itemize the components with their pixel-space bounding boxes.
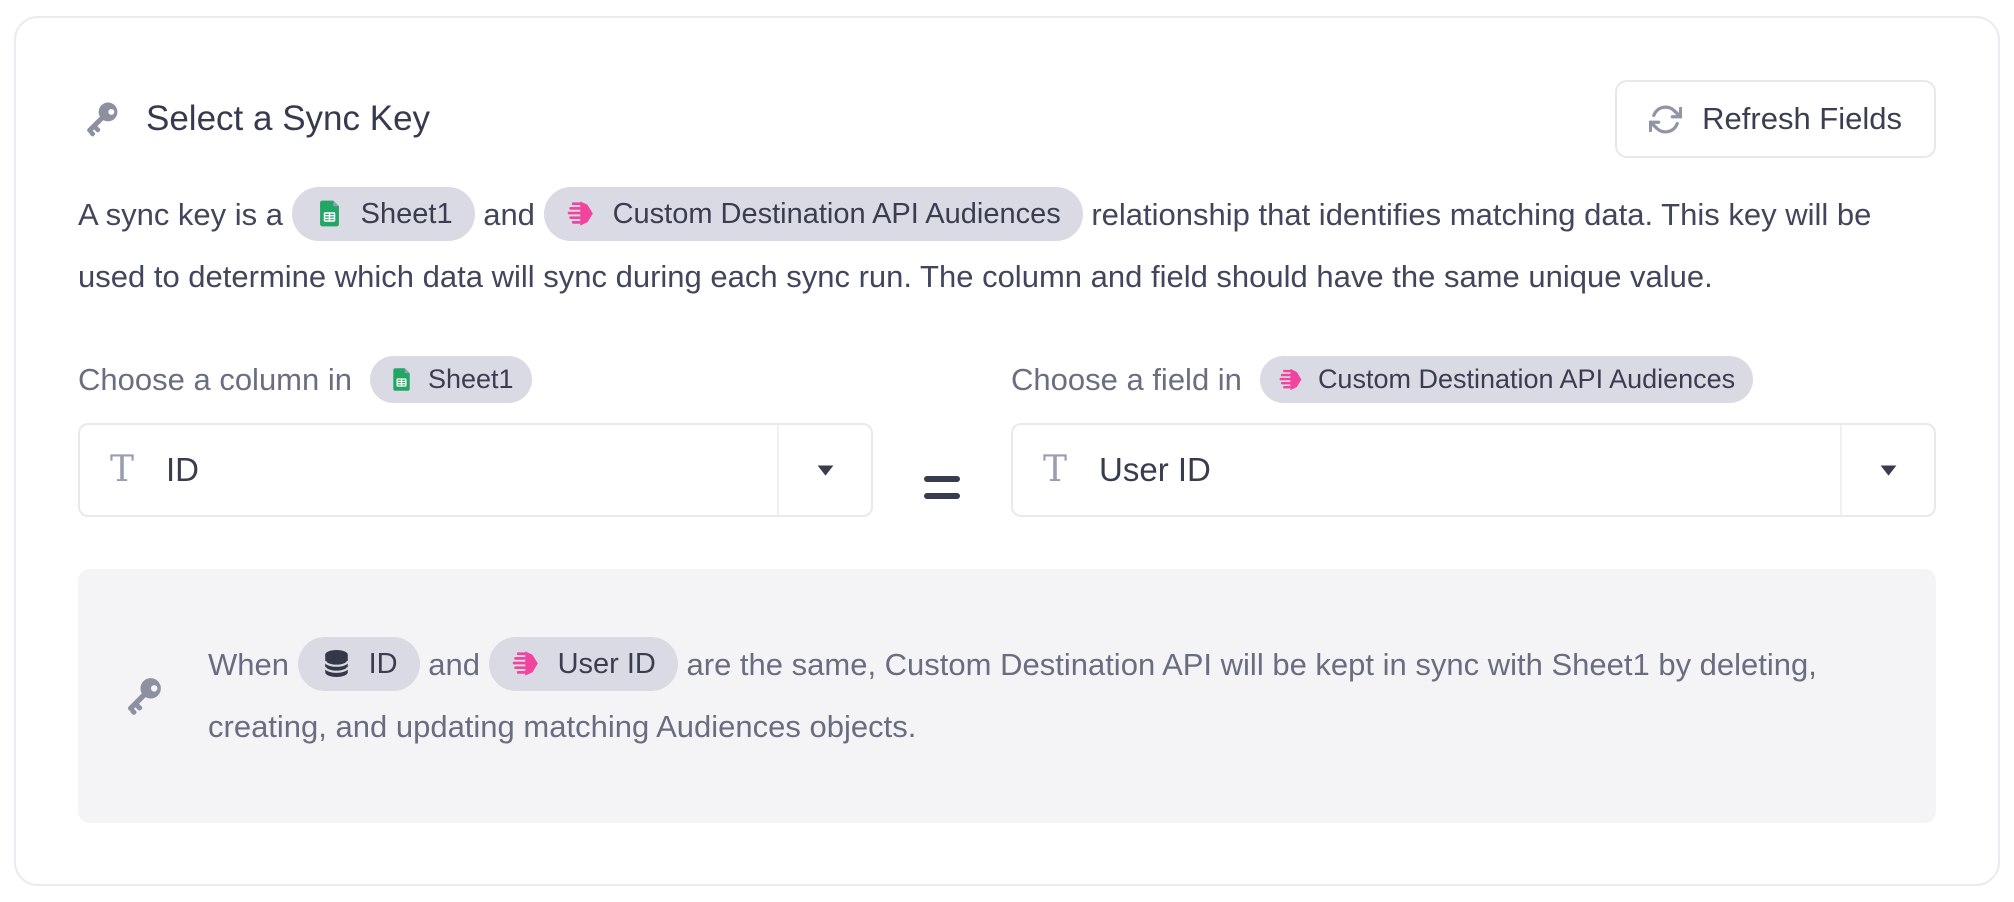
text-type-icon: T xyxy=(1043,452,1067,488)
field-key-badge-label: User ID xyxy=(558,633,656,695)
column-picker-label: Choose a column in Sheet1 xyxy=(78,356,873,403)
column-source-badge: Sheet1 xyxy=(370,356,532,403)
field-destination-badge-label: Custom Destination API Audiences xyxy=(1318,364,1735,395)
custom-destination-icon xyxy=(1278,366,1305,393)
description-part1: A sync key is a xyxy=(78,197,283,232)
custom-destination-icon xyxy=(511,648,542,679)
chevron-down-icon xyxy=(812,457,839,484)
column-select-value: ID xyxy=(166,451,199,489)
equals-icon xyxy=(924,476,960,499)
field-picker-label: Choose a field in Custom Destination API… xyxy=(1011,356,1936,403)
field-select[interactable]: T User ID xyxy=(1011,423,1936,517)
custom-destination-icon xyxy=(566,198,597,229)
info-conjunction: and xyxy=(428,647,480,682)
destination-badge-label: Custom Destination API Audiences xyxy=(613,183,1061,245)
refresh-fields-button[interactable]: Refresh Fields xyxy=(1615,80,1936,158)
sync-key-info-box: When ID and User ID are the same, Custom… xyxy=(78,569,1936,823)
refresh-icon xyxy=(1649,103,1682,136)
source-badge-label: Sheet1 xyxy=(361,183,453,245)
source-badge: Sheet1 xyxy=(292,187,475,241)
text-type-icon: T xyxy=(110,452,134,488)
column-select-caret-area[interactable] xyxy=(777,425,871,515)
destination-badge: Custom Destination API Audiences xyxy=(544,187,1083,241)
column-key-badge: ID xyxy=(298,637,420,691)
field-select-value-area: T User ID xyxy=(1013,425,1840,515)
key-icon xyxy=(78,96,124,142)
sync-key-description: A sync key is a Sheet1 and Custom Destin… xyxy=(78,184,1936,308)
spreadsheet-icon xyxy=(388,366,415,393)
key-icon xyxy=(118,671,168,721)
refresh-fields-label: Refresh Fields xyxy=(1702,101,1902,137)
equals-cell xyxy=(873,423,1011,517)
chevron-down-icon xyxy=(1875,457,1902,484)
column-select[interactable]: T ID xyxy=(78,423,873,517)
description-conjunction: and xyxy=(483,197,535,232)
spreadsheet-icon xyxy=(314,198,345,229)
info-part1: When xyxy=(208,647,289,682)
header: Select a Sync Key Refresh Fields xyxy=(78,80,1936,158)
page-title-text: Select a Sync Key xyxy=(146,99,430,139)
field-select-caret-area[interactable] xyxy=(1840,425,1934,515)
column-picker-label-text: Choose a column in xyxy=(78,362,352,398)
sync-key-pickers: Choose a column in Sheet1 Choose a field… xyxy=(78,356,1936,517)
field-picker-label-text: Choose a field in xyxy=(1011,362,1242,398)
field-key-badge: User ID xyxy=(489,637,678,691)
field-select-value: User ID xyxy=(1099,451,1211,489)
field-destination-badge: Custom Destination API Audiences xyxy=(1260,356,1753,403)
page-title: Select a Sync Key xyxy=(78,96,430,142)
sync-key-card: Select a Sync Key Refresh Fields A sync … xyxy=(14,16,2000,886)
info-box-text: When ID and User ID are the same, Custom… xyxy=(208,634,1896,758)
column-source-badge-label: Sheet1 xyxy=(428,364,514,395)
database-icon xyxy=(320,647,353,680)
column-select-value-area: T ID xyxy=(80,425,777,515)
column-key-badge-label: ID xyxy=(369,633,398,695)
